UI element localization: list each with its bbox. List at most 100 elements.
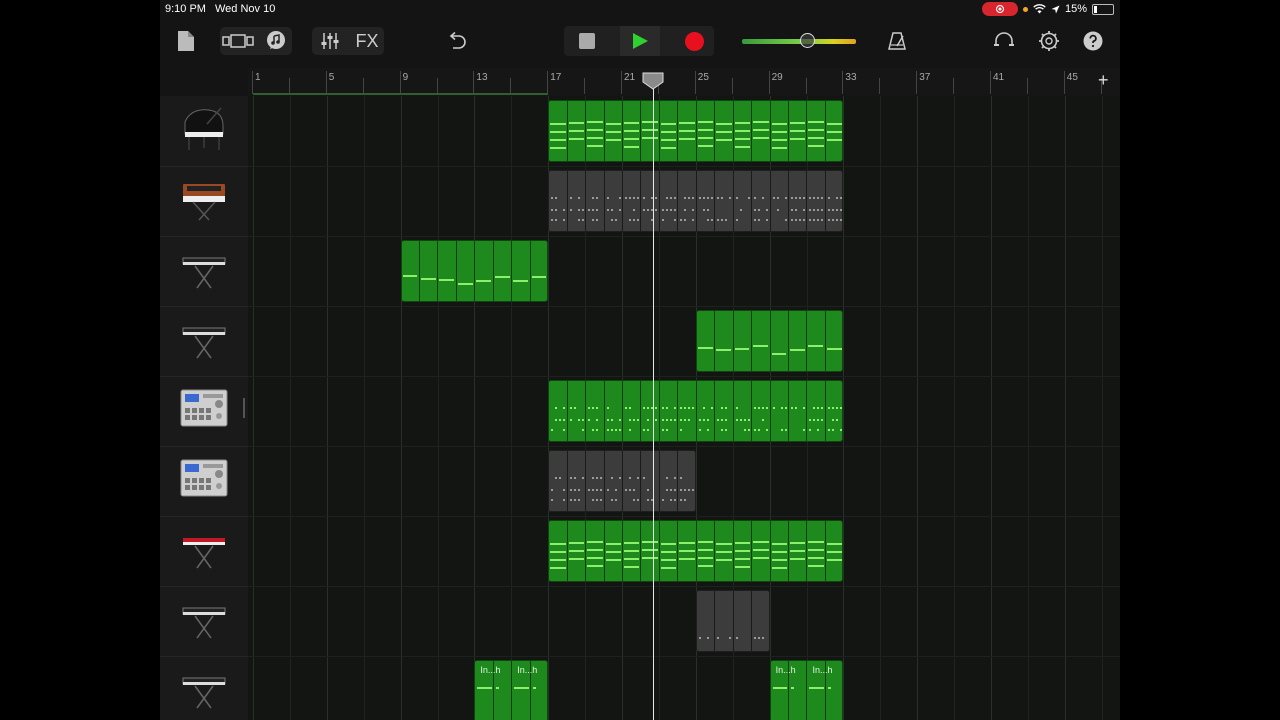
midi-region[interactable] [548, 450, 696, 512]
midi-note [803, 407, 806, 409]
add-section-button[interactable]: + [1098, 70, 1109, 91]
midi-note [531, 276, 547, 278]
midi-note [697, 549, 714, 551]
midi-note [790, 542, 806, 544]
loop-divider [658, 101, 660, 161]
metronome-icon[interactable] [884, 28, 910, 54]
transport-controls [564, 26, 714, 56]
document-icon[interactable] [174, 28, 198, 54]
midi-note [550, 139, 566, 141]
midi-note [669, 197, 672, 199]
midi-note [717, 637, 720, 639]
midi-note [581, 419, 584, 421]
midi-note [680, 407, 683, 409]
midi-note [660, 139, 677, 141]
midi-region[interactable] [400, 240, 549, 302]
midi-note [758, 637, 761, 639]
track-header[interactable] [160, 306, 248, 377]
midi-region[interactable] [548, 170, 844, 232]
midi-note [569, 407, 572, 409]
header-resize-handle[interactable] [243, 398, 245, 418]
midi-note [716, 123, 732, 125]
midi-note [758, 429, 761, 431]
midi-note [680, 477, 683, 479]
midi-note [596, 429, 599, 431]
midi-region[interactable] [548, 380, 844, 442]
track-header[interactable] [160, 656, 248, 720]
loop-divider [677, 101, 679, 161]
midi-note [655, 197, 658, 199]
undo-icon[interactable] [444, 28, 470, 54]
help-icon[interactable] [1082, 30, 1104, 52]
midi-note [688, 407, 691, 409]
midi-note [795, 219, 798, 221]
midi-note [592, 429, 595, 431]
midi-note [623, 550, 640, 552]
midi-region[interactable] [548, 100, 844, 162]
midi-note [532, 687, 536, 689]
track-header[interactable] [160, 96, 248, 167]
loop-divider [732, 171, 734, 231]
track-lane[interactable] [248, 656, 1120, 720]
midi-note [839, 219, 842, 221]
ruler-minor-tick [288, 78, 290, 94]
record-button[interactable] [674, 26, 714, 56]
midi-note [596, 197, 599, 199]
midi-note [596, 407, 599, 409]
midi-note [808, 541, 824, 543]
midi-region[interactable] [695, 310, 844, 372]
playhead-handle[interactable] [642, 72, 664, 90]
midi-note [698, 637, 701, 639]
mixer-sliders-icon[interactable] [314, 27, 346, 55]
midi-note [587, 565, 603, 567]
ruler-tick [694, 71, 696, 94]
track-header[interactable] [160, 376, 248, 447]
master-volume-slider[interactable] [742, 33, 856, 48]
track-header[interactable] [160, 166, 248, 237]
midi-note [642, 549, 658, 551]
track-header[interactable] [160, 516, 248, 587]
headphones-icon[interactable] [990, 28, 1018, 54]
midi-note [568, 138, 585, 140]
midi-note [710, 219, 713, 221]
midi-note [679, 122, 695, 124]
volume-slider-thumb[interactable] [799, 33, 815, 48]
midi-region[interactable]: In...h In...h [769, 660, 844, 720]
track-lane[interactable] [248, 306, 1120, 377]
tracks-area[interactable]: In...h In...h In...h In...h [248, 96, 1120, 720]
midi-region[interactable] [548, 520, 844, 582]
stop-button[interactable] [567, 26, 607, 56]
loop-browser-icon[interactable] [260, 27, 292, 55]
midi-region[interactable] [695, 590, 770, 652]
midi-region[interactable]: In...h In...h [474, 660, 549, 720]
keyboard-icon [179, 244, 229, 299]
tracks-view-icon[interactable] [220, 27, 256, 55]
midi-note [581, 209, 584, 211]
fx-button[interactable]: FX [350, 27, 384, 55]
play-icon [633, 33, 648, 49]
midi-note [587, 557, 603, 559]
midi-note [577, 419, 580, 421]
track-header[interactable] [160, 446, 248, 517]
drum-machine-icon [179, 454, 229, 509]
midi-note [628, 489, 631, 491]
ruler-tick [842, 71, 844, 94]
midi-note [577, 219, 580, 221]
track-lane[interactable] [248, 236, 1120, 307]
midi-note [596, 489, 599, 491]
midi-note [799, 197, 802, 199]
midi-note [550, 551, 566, 553]
loop-divider [788, 521, 790, 581]
track-header[interactable] [160, 586, 248, 657]
timeline-ruler[interactable]: 1 5 9 13 17 21 25 29 33 37 41 45 [248, 68, 1120, 97]
track-lane[interactable] [248, 586, 1120, 657]
loop-divider [455, 241, 457, 301]
gear-icon[interactable] [1036, 28, 1062, 54]
track-header[interactable] [160, 236, 248, 307]
play-button[interactable] [620, 26, 660, 56]
stop-icon [579, 33, 595, 49]
midi-note [568, 550, 585, 552]
loop-divider [658, 521, 660, 581]
keyboard-stand-icon [179, 664, 229, 719]
midi-note [734, 146, 751, 148]
